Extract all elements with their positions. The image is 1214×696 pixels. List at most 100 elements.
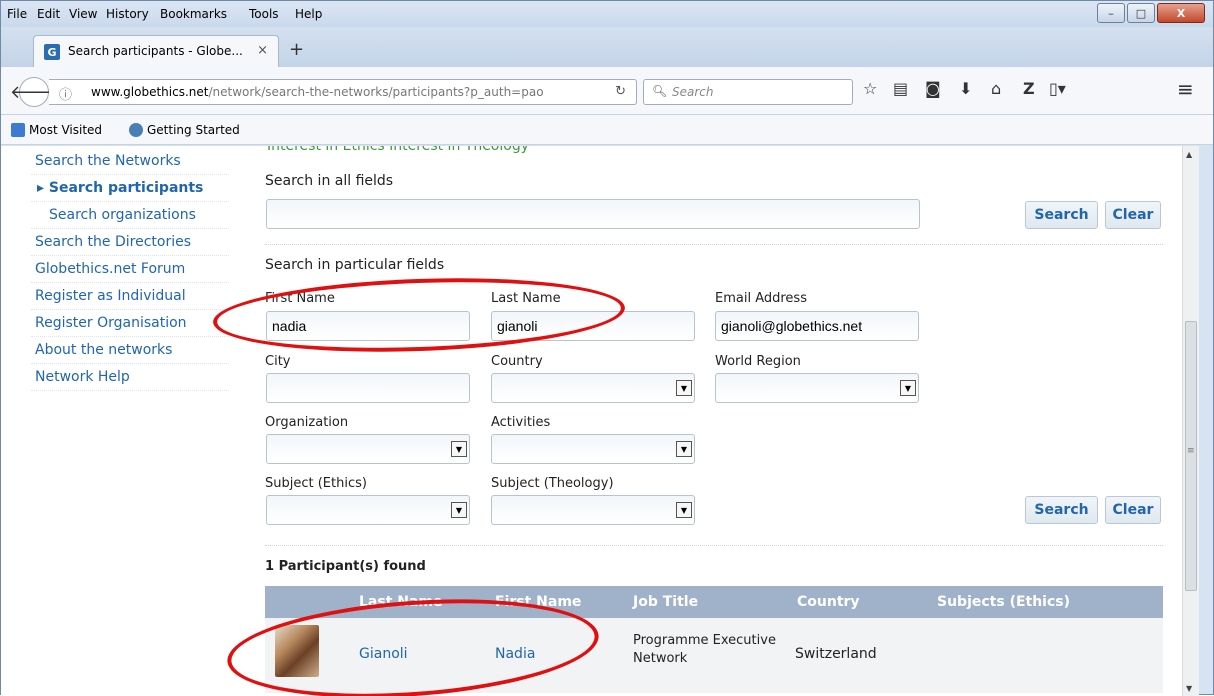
tab-close-icon[interactable]: ×: [257, 43, 268, 58]
menu-history[interactable]: History: [106, 7, 149, 21]
globethics-favicon-icon: G: [44, 44, 60, 60]
bookmark-label: Getting Started: [147, 123, 240, 137]
divider: [265, 244, 1163, 245]
sidebar-item-register-organisation[interactable]: Register Organisation: [31, 310, 229, 337]
most-visited-icon: [11, 123, 25, 137]
dropdown-arrow-icon[interactable]: ▼: [676, 441, 692, 457]
column-header-job-title[interactable]: Job Title: [633, 594, 698, 610]
country-label: Country: [491, 354, 543, 369]
clear-button-top[interactable]: Clear: [1105, 201, 1161, 229]
tab-title: Search participants - Globe...: [68, 44, 243, 58]
search-icon: 🔍︎: [652, 84, 668, 98]
email-input[interactable]: gianoli@globethics.net: [715, 311, 919, 341]
bookmarks-bar: Most Visited Getting Started: [1, 115, 1213, 145]
url-path: /network/search-the-networks/participant…: [208, 85, 544, 99]
subject-theology-label: Subject (Theology): [491, 476, 614, 491]
getting-started-icon: [129, 123, 143, 137]
browser-window: File Edit View History Bookmarks Tools H…: [0, 0, 1214, 696]
column-header-country[interactable]: Country: [797, 594, 860, 610]
search-all-fields-input[interactable]: [266, 199, 920, 229]
sidebar-item-forum[interactable]: Globethics.net Forum: [31, 256, 229, 283]
navigation-bar: 🡐 ⓘ www.globethics.net/network/search-th…: [1, 67, 1213, 115]
sidebar-nav: Search the Networks ▸ Search participant…: [31, 148, 229, 391]
dropdown-arrow-icon[interactable]: ▼: [900, 380, 916, 396]
sidebar-item-search-participants[interactable]: ▸ Search participants: [31, 175, 229, 202]
bookmark-getting-started[interactable]: Getting Started: [129, 123, 240, 137]
maximize-button[interactable]: □: [1127, 3, 1155, 23]
dropdown-arrow-icon[interactable]: ▼: [676, 502, 692, 518]
organization-select[interactable]: ▼: [266, 434, 470, 464]
minimize-button[interactable]: –: [1097, 3, 1125, 23]
organization-label: Organization: [265, 415, 349, 430]
subject-theology-select[interactable]: ▼: [491, 495, 695, 525]
dropdown-arrow-icon[interactable]: ▼: [676, 380, 692, 396]
search-button-top[interactable]: Search: [1025, 201, 1098, 229]
scroll-grip-icon: ≡: [1187, 446, 1195, 456]
sidebar-item-network-help[interactable]: Network Help: [31, 364, 229, 391]
url-bar[interactable]: ⓘ www.globethics.net/network/search-the-…: [49, 79, 637, 105]
sidebar-item-about-networks[interactable]: About the networks: [31, 337, 229, 364]
clear-button-bottom[interactable]: Clear: [1105, 496, 1161, 524]
menu-bookmarks[interactable]: Bookmarks: [160, 7, 227, 21]
info-icon[interactable]: ⓘ: [59, 84, 72, 103]
dropdown-arrow-icon[interactable]: ▼: [451, 441, 467, 457]
page-menu-icon[interactable]: ▯▾: [1049, 79, 1066, 98]
menu-edit[interactable]: Edit: [37, 7, 60, 21]
tab-search-participants[interactable]: G Search participants - Globe... ×: [33, 35, 279, 67]
scroll-up-icon[interactable]: ▲: [1186, 150, 1192, 159]
subject-ethics-label: Subject (Ethics): [265, 476, 367, 491]
activities-label: Activities: [491, 415, 551, 430]
dropdown-arrow-icon[interactable]: ▼: [451, 502, 467, 518]
menu-view[interactable]: View: [69, 7, 97, 21]
home-icon[interactable]: ⌂: [991, 79, 1001, 98]
close-window-button[interactable]: X: [1157, 3, 1205, 23]
results-count: 1 Participant(s) found: [265, 559, 426, 574]
interest-checkboxes-partial[interactable]: Interest in Ethics Interest in Theology: [267, 146, 529, 154]
downloads-icon[interactable]: ⬇: [959, 79, 972, 98]
back-button[interactable]: 🡐: [10, 77, 58, 107]
new-tab-button[interactable]: +: [289, 39, 304, 60]
country-select[interactable]: ▼: [491, 373, 695, 403]
url-text: www.globethics.net/network/search-the-ne…: [91, 85, 601, 99]
city-input[interactable]: [266, 373, 470, 403]
menu-tools[interactable]: Tools: [249, 7, 279, 21]
city-label: City: [265, 354, 291, 369]
reload-icon[interactable]: ↻: [615, 84, 626, 99]
activities-select[interactable]: ▼: [491, 434, 695, 464]
scroll-down-icon[interactable]: ▼: [1186, 684, 1192, 693]
annotation-circle-name-fields: [211, 271, 627, 359]
pocket-icon[interactable]: ◙: [925, 79, 941, 98]
search-particular-fields-title: Search in particular fields: [265, 257, 445, 273]
column-header-subjects-ethics[interactable]: Subjects (Ethics): [937, 594, 1070, 610]
sidebar-item-search-organizations[interactable]: Search organizations: [31, 202, 229, 229]
bookmark-label: Most Visited: [29, 123, 103, 137]
menu-bar: File Edit View History Bookmarks Tools H…: [1, 1, 1213, 27]
world-region-select[interactable]: ▼: [715, 373, 919, 403]
zotero-icon[interactable]: Z: [1023, 79, 1035, 98]
search-button-bottom[interactable]: Search: [1025, 496, 1098, 524]
search-all-fields-title: Search in all fields: [265, 173, 394, 189]
divider: [265, 545, 1163, 546]
sidebar-item-search-networks[interactable]: Search the Networks: [31, 148, 229, 175]
search-placeholder: Search: [672, 85, 714, 99]
bookmark-star-icon[interactable]: ☆: [863, 79, 877, 98]
subject-ethics-select[interactable]: ▼: [266, 495, 470, 525]
url-domain: www.globethics.net: [91, 85, 209, 99]
participant-country: Switzerland: [795, 646, 877, 662]
world-region-label: World Region: [715, 354, 801, 369]
sidebar-item-search-directories[interactable]: Search the Directories: [31, 229, 229, 256]
job-title-line1: Programme Executive: [633, 633, 776, 648]
hamburger-menu-icon[interactable]: ≡: [1177, 77, 1194, 101]
vertical-scrollbar[interactable]: ▲ ≡ ▼: [1182, 146, 1199, 696]
menu-file[interactable]: File: [7, 7, 27, 21]
job-title-line2: Network: [633, 651, 688, 666]
participant-job-title: Programme Executive Network: [633, 632, 776, 668]
browser-search-box[interactable]: 🔍︎ Search: [643, 79, 853, 105]
menu-help[interactable]: Help: [295, 7, 322, 21]
sidebar-item-register-individual[interactable]: Register as Individual: [31, 283, 229, 310]
tab-strip: G Search participants - Globe... × +: [1, 27, 1213, 67]
scrollbar-thumb[interactable]: [1185, 321, 1197, 591]
page-content: Search the Networks ▸ Search participant…: [1, 146, 1197, 696]
bookmark-most-visited[interactable]: Most Visited: [11, 123, 102, 137]
reading-list-icon[interactable]: ▤: [893, 79, 908, 98]
